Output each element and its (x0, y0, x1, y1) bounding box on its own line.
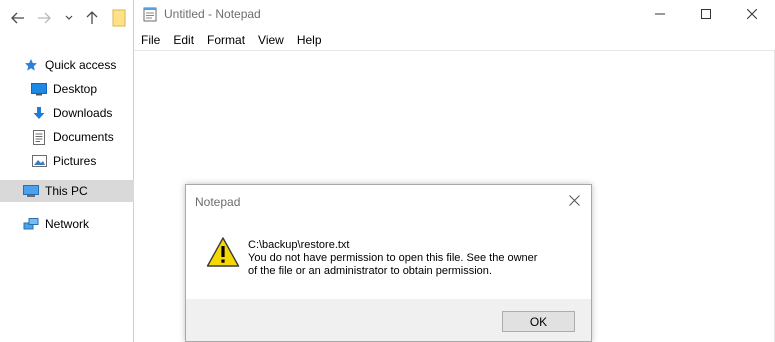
arrow-up-icon (86, 11, 98, 25)
star-icon (23, 57, 39, 73)
close-icon (746, 8, 758, 22)
dialog-close-button[interactable] (563, 191, 585, 213)
maximize-button[interactable] (683, 0, 729, 30)
recent-locations-button[interactable] (63, 9, 75, 27)
nav-item-downloads[interactable]: Downloads (0, 102, 134, 124)
minimize-icon (655, 8, 665, 22)
nav-item-quick-access[interactable]: Quick access (0, 54, 134, 76)
nav-item-label: Downloads (53, 106, 113, 120)
nav-item-network[interactable]: Network (0, 213, 134, 235)
notepad-app-icon (143, 6, 159, 22)
notepad-menubar: File Edit Format View Help (134, 30, 775, 50)
notepad-titlebar[interactable]: Untitled - Notepad (134, 0, 775, 30)
nav-item-label: Documents (53, 130, 114, 144)
message-file-path: C:\backup\restore.txt (248, 239, 350, 251)
dialog-footer: OK (186, 299, 591, 341)
explorer-toolbar (0, 0, 134, 36)
menu-view[interactable]: View (258, 33, 284, 47)
warning-icon (206, 236, 240, 270)
nav-item-label: Desktop (53, 82, 98, 96)
minimize-button[interactable] (637, 0, 683, 30)
picture-icon (31, 153, 47, 169)
computer-icon (23, 183, 39, 199)
dialog-title: Notepad (195, 195, 241, 209)
close-icon (568, 195, 580, 209)
forward-button[interactable] (34, 9, 54, 27)
dialog-message: C:\backup\restore.txt You do not have pe… (248, 239, 578, 278)
dialog-body: C:\backup\restore.txt You do not have pe… (186, 217, 591, 299)
desktop-icon (31, 81, 47, 97)
nav-item-desktop[interactable]: Desktop (0, 78, 134, 100)
up-button[interactable] (83, 9, 101, 27)
dialog-titlebar[interactable]: Notepad (186, 185, 591, 217)
arrow-right-icon (37, 12, 51, 24)
nav-item-label: Pictures (53, 154, 97, 168)
ok-button[interactable]: OK (502, 311, 575, 332)
menu-format[interactable]: Format (207, 33, 245, 47)
download-arrow-icon (31, 105, 47, 121)
menu-edit[interactable]: Edit (173, 33, 194, 47)
address-bar-folder[interactable] (108, 9, 130, 27)
nav-item-pictures[interactable]: Pictures (0, 150, 134, 172)
nav-item-documents[interactable]: Documents (0, 126, 134, 148)
menu-file[interactable]: File (141, 33, 160, 47)
message-line: You do not have permission to open this … (248, 252, 538, 264)
permission-error-dialog: Notepad C:\backup\restore.txt You do not… (185, 184, 592, 342)
nav-item-this-pc[interactable]: This PC (0, 180, 134, 202)
message-line: of the file or an administrator to obtai… (248, 265, 492, 277)
arrow-left-icon (11, 12, 25, 24)
window-title: Untitled - Notepad (164, 7, 261, 21)
network-icon (23, 216, 39, 232)
file-explorer-window: Quick access Desktop Downloads Documents (0, 0, 134, 342)
nav-item-label: Quick access (45, 58, 117, 72)
menu-help[interactable]: Help (297, 33, 322, 47)
nav-item-label: This PC (45, 184, 88, 198)
chevron-down-icon (65, 15, 73, 21)
maximize-icon (701, 8, 711, 22)
document-icon (31, 129, 47, 145)
back-button[interactable] (8, 9, 28, 27)
nav-item-label: Network (45, 217, 90, 231)
close-button[interactable] (729, 0, 775, 30)
folder-icon (111, 9, 127, 27)
